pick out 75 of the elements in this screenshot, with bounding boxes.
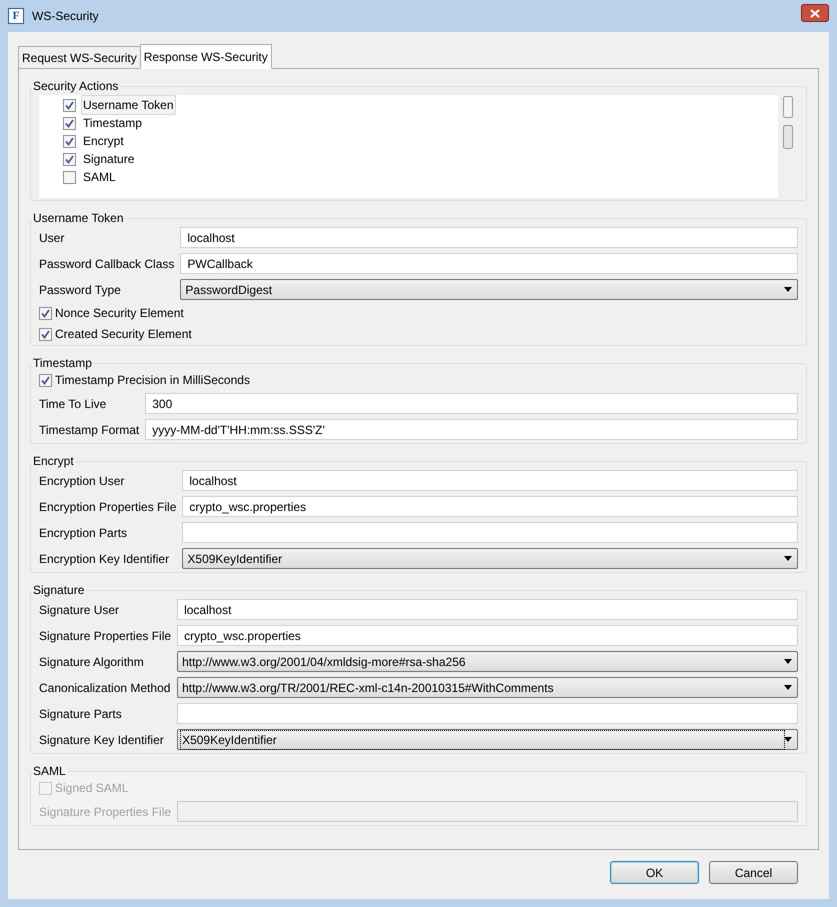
dropdown[interactable]: http://www.w3.org/TR/2001/REC-xml-c14n-20010315#WithComments: [177, 677, 798, 698]
checkmark-icon: [41, 330, 50, 338]
checkmark-icon: [41, 308, 50, 318]
field-label: Password Type: [39, 282, 122, 298]
dropdown[interactable]: X509KeyIdentifier: [182, 548, 798, 569]
field-label: Encryption Parts: [39, 524, 128, 542]
window-title: WS-Security: [32, 8, 99, 25]
input-field[interactable]: crypto_wsc.properties: [177, 625, 798, 646]
input-field[interactable]: 300: [145, 393, 798, 414]
dropdown-value: X509KeyIdentifier: [186, 550, 284, 568]
field-label: Encryption Key Identifier: [39, 550, 170, 568]
section-title: SAML: [32, 763, 67, 780]
field-label: Signature User: [39, 602, 120, 618]
section-title: Timestamp: [32, 355, 93, 372]
checkbox[interactable]: [63, 98, 76, 112]
dropdown-value: http://www.w3.org/TR/2001/REC-xml-c14n-20010315#WithComments: [181, 680, 555, 696]
checkbox[interactable]: [63, 152, 76, 166]
action-label[interactable]: Timestamp: [81, 113, 144, 133]
field-label: Timestamp Format: [39, 422, 140, 438]
section-title: Username Token: [32, 210, 124, 227]
input-field[interactable]: [177, 703, 798, 724]
section-title: Signature: [32, 582, 86, 599]
close-button[interactable]: [801, 4, 829, 22]
action-label[interactable]: SAML: [81, 167, 118, 187]
field-label: Signature Parts: [39, 706, 123, 722]
close-icon: [810, 8, 820, 18]
input-field[interactable]: crypto_wsc.properties: [182, 496, 798, 517]
field-label: Signature Properties File: [39, 628, 172, 644]
input-field[interactable]: localhost: [177, 599, 798, 620]
scrollbar-drawing: [783, 96, 793, 150]
caret-icon: [784, 737, 792, 742]
action-label[interactable]: Username Token: [81, 95, 176, 115]
action-label[interactable]: Encrypt: [81, 131, 126, 151]
field-label: Encryption Properties File: [39, 498, 178, 516]
caret-icon: [784, 556, 792, 561]
checkbox[interactable]: [39, 374, 52, 386]
caret-icon: [784, 287, 792, 292]
section-title: Security Actions: [32, 78, 120, 95]
checkbox-label[interactable]: Created Security Element: [55, 325, 192, 343]
dropdown[interactable]: http://www.w3.org/2001/04/xmldsig-more#rsa-sha256: [177, 651, 798, 672]
dropdown[interactable]: PasswordDigest: [180, 279, 798, 300]
field-label: Password Callback Class: [39, 256, 176, 272]
action-label[interactable]: Signature: [81, 149, 136, 169]
caret-icon: [784, 685, 792, 690]
field-label: Signature Key Identifier: [39, 732, 165, 748]
field-label: Signature Algorithm: [39, 654, 145, 670]
dropdown-value: http://www.w3.org/2001/04/xmldsig-more#rsa-sha256: [181, 654, 467, 670]
tab[interactable]: Response WS-Security: [140, 44, 272, 69]
checkbox[interactable]: [39, 306, 52, 320]
field-label: Encryption User: [39, 472, 126, 490]
dropdown-value: PasswordDigest: [184, 282, 274, 298]
field-label: User: [39, 230, 66, 246]
checkbox[interactable]: [63, 134, 76, 148]
dropdown[interactable]: X509KeyIdentifier: [177, 729, 798, 750]
input-field[interactable]: PWCallback: [180, 253, 798, 274]
checkbox[interactable]: [63, 170, 76, 184]
checkmark-icon: [41, 376, 50, 384]
field-label: Time To Live: [39, 396, 108, 412]
checkbox[interactable]: [39, 328, 52, 340]
field-label: Signature Properties File: [39, 804, 172, 820]
checkbox[interactable]: [63, 116, 76, 130]
section-title: Encrypt: [32, 453, 75, 470]
dialog-button[interactable]: Cancel: [709, 861, 798, 884]
input-field[interactable]: localhost: [182, 470, 798, 491]
caret-icon: [784, 659, 792, 664]
field-label: Canonicalization Method: [39, 680, 172, 696]
input-field[interactable]: yyyy-MM-dd'T'HH:mm:ss.SSS'Z': [145, 419, 798, 440]
app-logo-icon: F: [8, 8, 24, 24]
input-field[interactable]: localhost: [180, 227, 798, 248]
checkbox-label[interactable]: Timestamp Precision in MilliSeconds: [55, 371, 250, 389]
dialog-button[interactable]: OK: [610, 861, 699, 884]
dropdown-value: X509KeyIdentifier: [181, 730, 784, 748]
checkbox-label[interactable]: Nonce Security Element: [55, 304, 184, 322]
tab[interactable]: Request WS-Security: [18, 46, 141, 69]
input-field[interactable]: [182, 522, 798, 543]
